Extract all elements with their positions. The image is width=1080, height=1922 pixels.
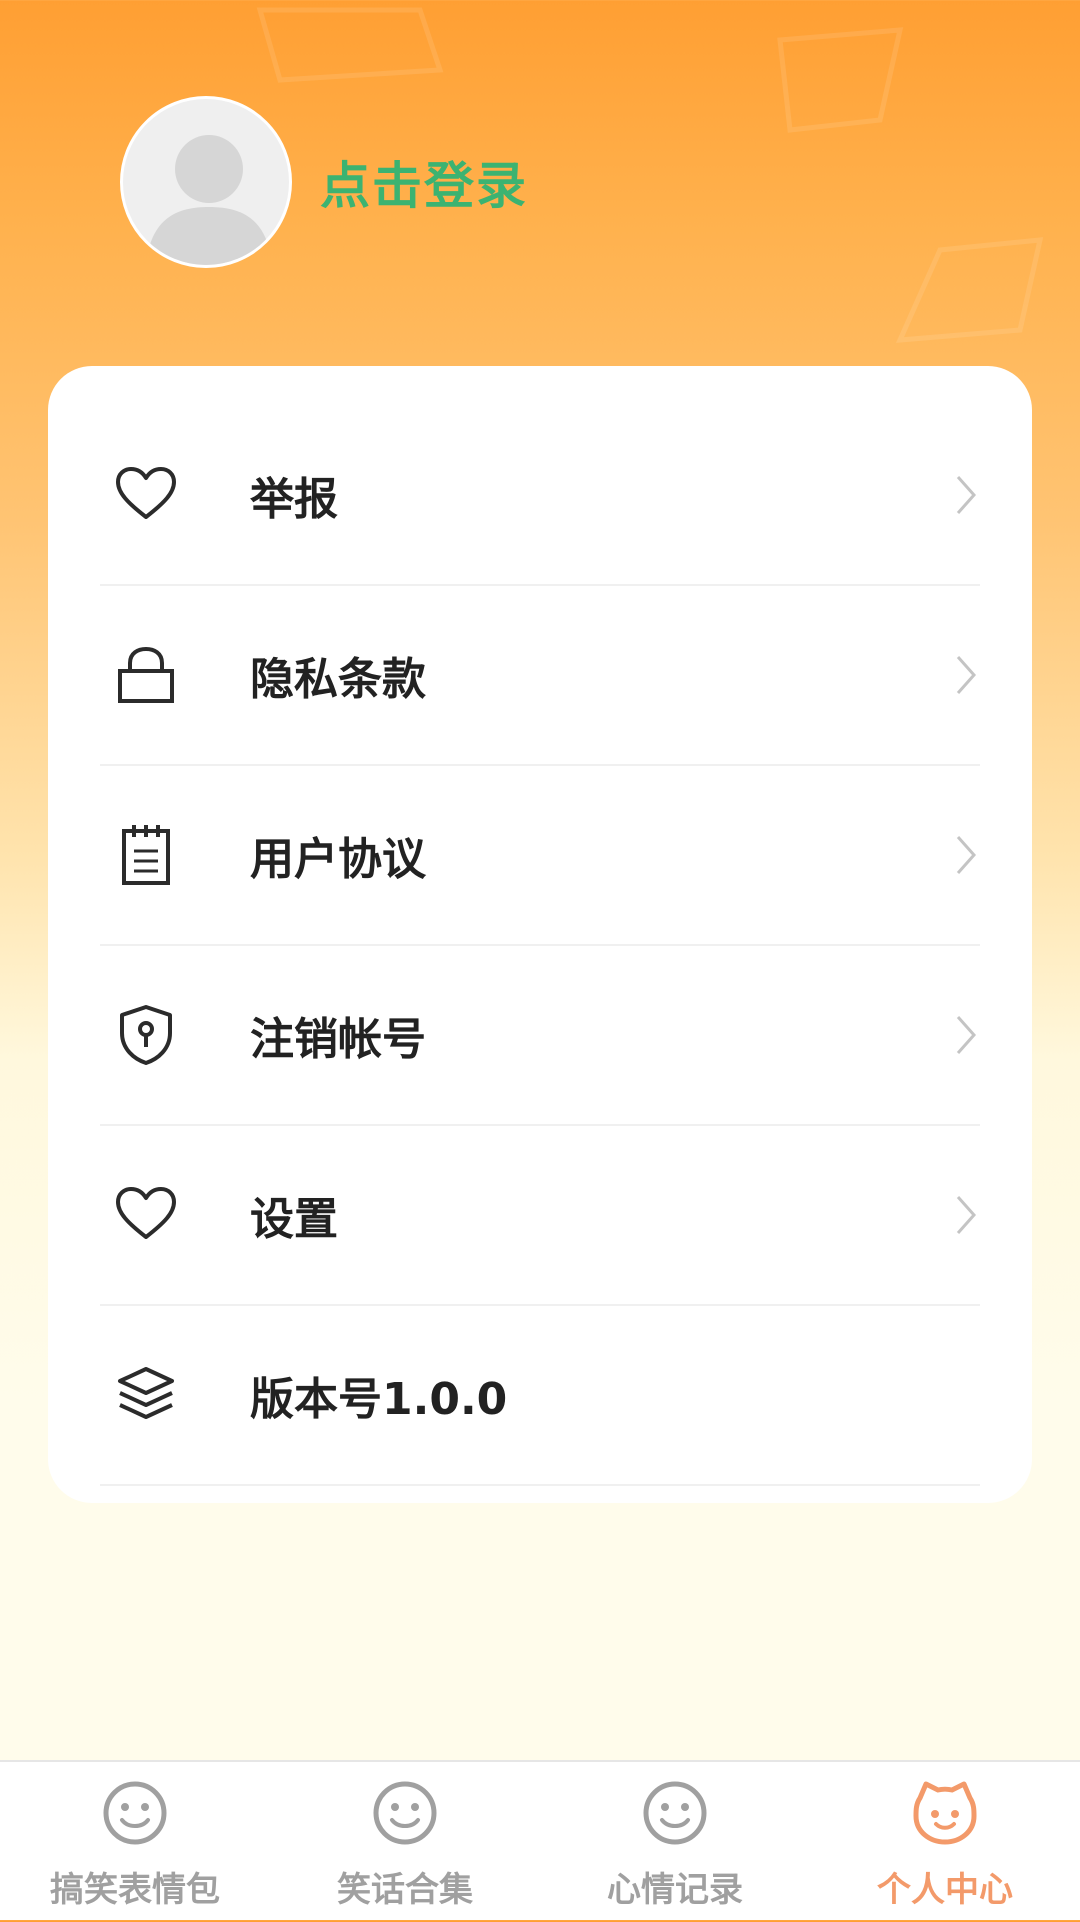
- menu-item-label: 隐私条款: [250, 654, 426, 705]
- bottom-tab-bar: 搞笑表情包 笑话合集 心情记录 个人中心: [0, 1760, 1080, 1920]
- menu-item-label: 举报: [250, 474, 338, 525]
- smiley-icon: [373, 1781, 437, 1845]
- tab-funny-stickers[interactable]: 搞笑表情包: [0, 1762, 270, 1922]
- chevron-right-icon: [956, 476, 977, 514]
- tab-label: 搞笑表情包: [50, 1870, 220, 1910]
- chevron-right-icon: [956, 1196, 977, 1234]
- version-label: 版本号1.0.0: [250, 1374, 508, 1425]
- heart-icon: [116, 1187, 176, 1239]
- background-doodle: [777, 27, 904, 133]
- menu-item-label: 用户协议: [250, 834, 426, 885]
- heart-icon: [116, 467, 176, 519]
- default-user-icon: [145, 135, 273, 265]
- menu-card: 举报 隐私条款 用户协议 注销帐号 设置 版本号1.0.0: [48, 366, 1032, 1503]
- smiley-icon: [103, 1781, 167, 1845]
- background-doodle: [256, 7, 444, 83]
- chevron-right-icon: [956, 656, 977, 694]
- menu-item-settings[interactable]: 设置: [100, 1126, 980, 1306]
- tab-jokes[interactable]: 笑话合集: [270, 1762, 540, 1922]
- tab-profile[interactable]: 个人中心: [810, 1762, 1080, 1922]
- login-link[interactable]: 点击登录: [320, 150, 528, 222]
- background-doodle: [896, 237, 1044, 343]
- avatar[interactable]: [120, 96, 292, 268]
- notepad-icon: [122, 825, 170, 885]
- chevron-right-icon: [956, 1016, 977, 1054]
- lock-icon: [118, 646, 174, 703]
- menu-item-user-agreement[interactable]: 用户协议: [100, 766, 980, 946]
- tab-label: 笑话合集: [337, 1870, 473, 1910]
- shield-key-icon: [120, 1005, 172, 1065]
- layers-icon: [118, 1367, 174, 1419]
- menu-item-report[interactable]: 举报: [100, 406, 980, 586]
- tab-label: 个人中心: [877, 1870, 1013, 1910]
- menu-item-label: 注销帐号: [250, 1014, 426, 1065]
- menu-item-privacy[interactable]: 隐私条款: [100, 586, 980, 766]
- cat-face-icon: [913, 1781, 977, 1845]
- menu-item-delete-account[interactable]: 注销帐号: [100, 946, 980, 1126]
- menu-item-label: 设置: [250, 1194, 338, 1245]
- tab-mood-log[interactable]: 心情记录: [540, 1762, 810, 1922]
- menu-item-version: 版本号1.0.0: [100, 1306, 980, 1486]
- chevron-right-icon: [956, 836, 977, 874]
- smiley-icon: [643, 1781, 707, 1845]
- tab-label: 心情记录: [607, 1870, 743, 1910]
